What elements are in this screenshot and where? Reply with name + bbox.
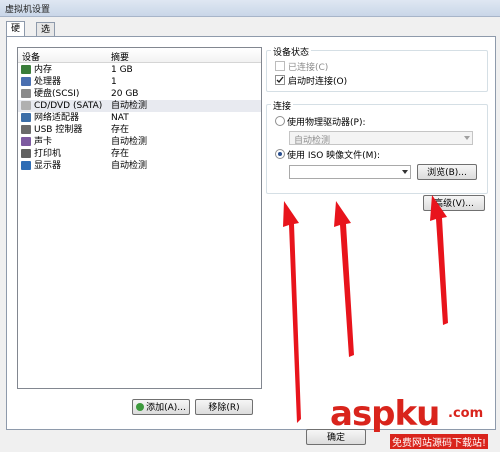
connect-at-power-on-label: 启动时连接(O)	[288, 77, 348, 87]
add-device-button[interactable]: 添加(A)...	[132, 399, 190, 415]
device-row[interactable]: CD/DVD (SATA) 自动检测	[18, 100, 261, 112]
device-summary: 存在	[111, 125, 130, 135]
sound-card-icon	[21, 137, 31, 146]
use-physical-drive-radio[interactable]	[275, 116, 285, 126]
connected-checkbox[interactable]	[275, 61, 285, 71]
watermark-tagline: 免费网站源码下载站!	[390, 434, 489, 449]
device-row[interactable]: 显示器 自动检测	[18, 160, 261, 172]
device-status-group: 设备状态 已连接(C) 启动时连接(O)	[266, 45, 488, 92]
title-bar: 虚拟机设置	[0, 0, 500, 17]
device-name: 处理器	[34, 77, 62, 87]
device-name: 显示器	[34, 161, 62, 171]
device-summary: 自动检测	[111, 137, 148, 147]
device-name: 内存	[34, 65, 53, 75]
device-name: CD/DVD (SATA)	[34, 101, 103, 111]
device-row[interactable]: 打印机 存在	[18, 148, 261, 160]
chevron-down-icon	[464, 136, 470, 140]
tab-hardware[interactable]: 硬件	[6, 21, 26, 48]
network-adapter-icon	[21, 113, 31, 122]
connected-label: 已连接(C)	[288, 63, 329, 73]
device-row[interactable]: USB 控制器 存在	[18, 124, 261, 136]
device-summary: NAT	[111, 113, 129, 123]
window-title: 虚拟机设置	[5, 5, 51, 15]
iso-image-path-input[interactable]	[289, 165, 411, 179]
red-arrow-annotation-2	[334, 201, 354, 357]
add-icon	[136, 403, 145, 411]
device-name: USB 控制器	[34, 125, 83, 135]
device-row[interactable]: 声卡 自动检测	[18, 136, 261, 148]
cd-dvd-icon	[21, 101, 31, 110]
monitor-icon	[21, 161, 31, 170]
chevron-down-icon	[402, 170, 408, 174]
tab-options[interactable]: 选项	[36, 22, 56, 49]
printer-icon	[21, 149, 31, 158]
device-list-header: 设备 摘要	[18, 48, 261, 63]
use-physical-drive-label: 使用物理驱动器(P):	[287, 118, 366, 128]
device-name: 打印机	[34, 149, 62, 159]
physical-drive-select[interactable]: 自动检测	[289, 131, 473, 146]
connection-title: 连接	[271, 99, 294, 112]
physical-drive-value: 自动检测	[294, 136, 331, 146]
device-name: 声卡	[34, 137, 53, 147]
device-list[interactable]: 设备 摘要 内存 1 GB 处理器 1 硬盘(SCSI) 20 GB CD/DVD (SAT…	[17, 47, 262, 389]
device-summary: 存在	[111, 149, 130, 159]
device-name: 硬盘(SCSI)	[34, 89, 80, 99]
cpu-icon	[21, 77, 31, 86]
hardware-panel: 设备 摘要 内存 1 GB 处理器 1 硬盘(SCSI) 20 GB CD/DVD (SAT…	[6, 36, 496, 430]
watermark-dotcom: .com	[448, 406, 484, 421]
remove-device-button[interactable]: 移除(R)	[195, 399, 253, 415]
watermark-brand: aspku	[330, 394, 440, 434]
checkmark-icon	[276, 76, 284, 83]
device-name: 网络适配器	[34, 113, 80, 123]
device-summary: 自动检测	[111, 161, 148, 171]
red-arrow-annotation-1	[283, 201, 301, 423]
harddisk-icon	[21, 89, 31, 98]
red-arrow-annotation-3	[430, 195, 448, 325]
device-summary: 1	[111, 77, 117, 87]
device-row[interactable]: 处理器 1	[18, 76, 261, 88]
aspku-watermark: aspku .com 免费网站源码下载站!	[330, 394, 500, 452]
device-summary: 20 GB	[111, 89, 139, 99]
device-row[interactable]: 硬盘(SCSI) 20 GB	[18, 88, 261, 100]
column-header-device[interactable]: 设备	[22, 50, 40, 63]
connect-at-power-on-checkbox[interactable]	[275, 75, 285, 85]
device-row[interactable]: 内存 1 GB	[18, 64, 261, 76]
device-row[interactable]: 网络适配器 NAT	[18, 112, 261, 124]
memory-icon	[21, 65, 31, 74]
device-summary: 1 GB	[111, 65, 133, 75]
use-iso-image-radio[interactable]	[275, 149, 285, 159]
device-summary: 自动检测	[111, 101, 148, 111]
usb-icon	[21, 125, 31, 134]
use-iso-image-label: 使用 ISO 映像文件(M):	[287, 151, 380, 161]
column-header-summary[interactable]: 摘要	[111, 50, 129, 63]
device-status-title: 设备状态	[271, 45, 312, 58]
